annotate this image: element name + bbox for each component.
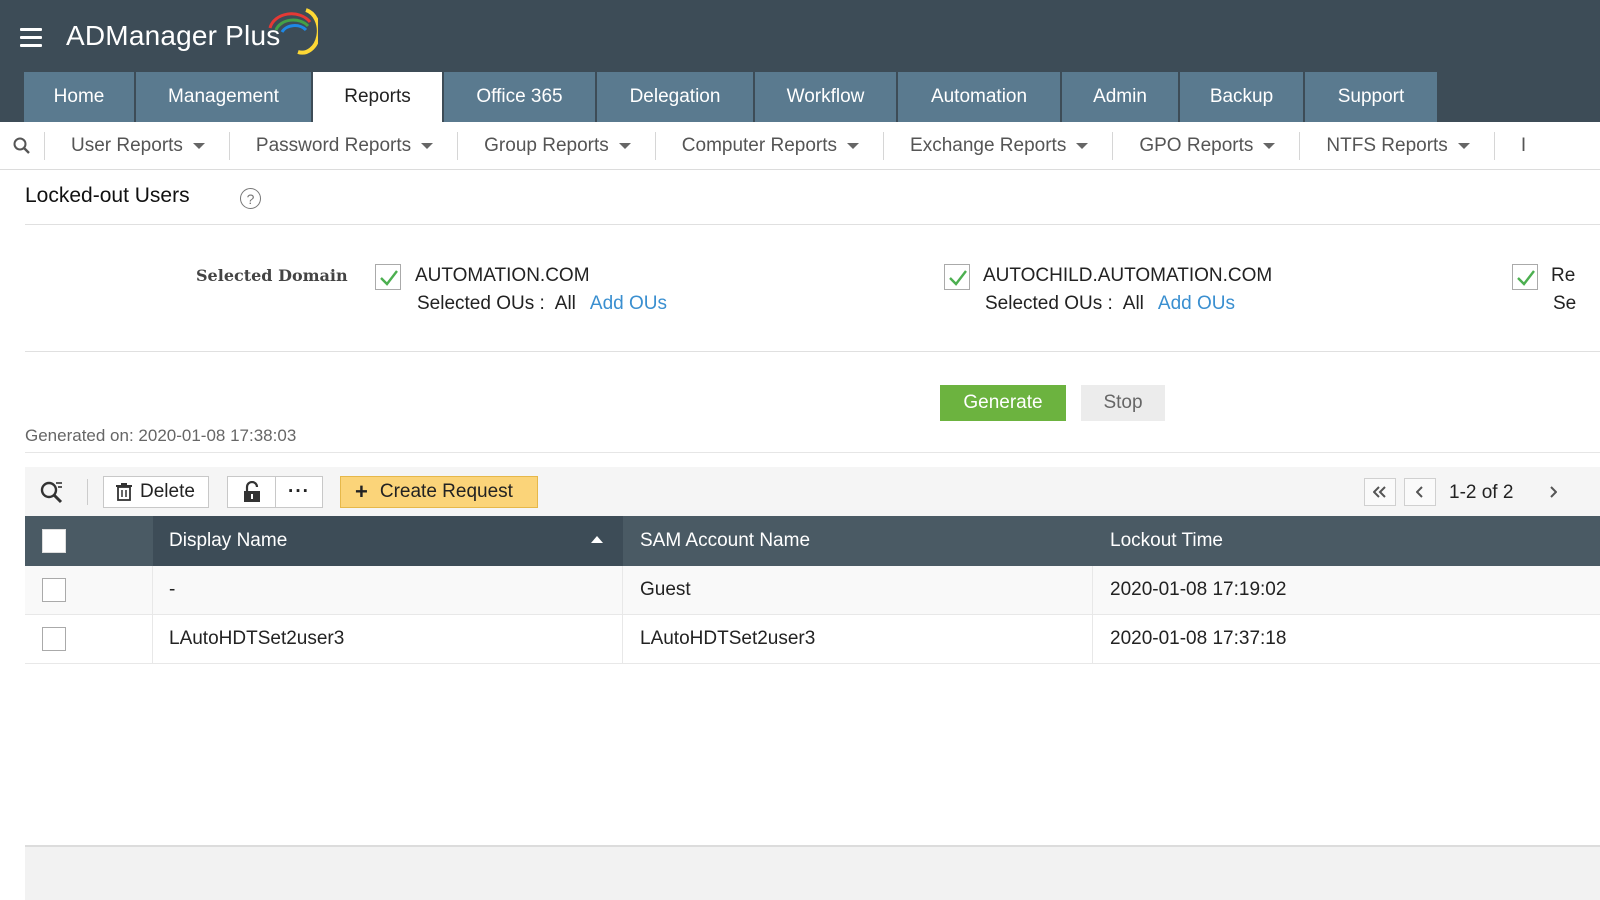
subnav-group-reports[interactable]: Group Reports (457, 131, 655, 160)
first-page-button[interactable] (1364, 478, 1396, 506)
tab-workflow[interactable]: Workflow (755, 72, 896, 122)
tab-management[interactable]: Management (136, 72, 311, 122)
locked-users-table: Display Name SAM Account Name Lockout Ti… (25, 516, 1600, 664)
chevron-down-icon (192, 142, 205, 149)
table-row[interactable]: LAutoHDTSet2user3 LAutoHDTSet2user3 2020… (25, 615, 1600, 664)
domain-name: AUTOMATION.COM (415, 265, 590, 286)
domain-name: AUTOCHILD.AUTOMATION.COM (983, 265, 1273, 286)
column-header-sam-account-name[interactable]: SAM Account Name (623, 516, 1093, 566)
search-filter-icon[interactable] (39, 479, 65, 510)
divider (25, 351, 1600, 352)
tab-admin[interactable]: Admin (1062, 72, 1178, 122)
header-checkbox-cell (25, 516, 153, 566)
chevron-down-icon (1076, 142, 1089, 149)
main-tabs: Home Management Reports Office 365 Deleg… (24, 72, 1439, 122)
tab-delegation[interactable]: Delegation (597, 72, 753, 122)
generated-on-text: Generated on: 2020-01-08 17:38:03 (25, 426, 297, 445)
subnav-gpo-reports[interactable]: GPO Reports (1112, 131, 1299, 160)
next-page-button[interactable] (1537, 478, 1569, 506)
plus-icon: + (355, 479, 368, 504)
double-chevron-left-icon (1373, 486, 1386, 498)
toolbar-separator (87, 479, 88, 505)
logo-arc-icon (268, 8, 318, 55)
table-header: Display Name SAM Account Name Lockout Ti… (25, 516, 1600, 566)
search-icon[interactable] (0, 122, 44, 169)
check-icon (1517, 270, 1535, 286)
create-request-button[interactable]: + Create Request (340, 476, 538, 508)
app-logo[interactable]: ADManager Plus (66, 20, 280, 52)
menu-icon[interactable] (20, 28, 42, 48)
row-checkbox[interactable] (42, 578, 66, 602)
generate-button[interactable]: Generate (940, 385, 1066, 421)
trash-icon (116, 483, 132, 501)
select-all-checkbox[interactable] (42, 529, 66, 553)
tab-reports[interactable]: Reports (313, 72, 442, 122)
tab-automation[interactable]: Automation (898, 72, 1060, 122)
chevron-left-icon (1416, 486, 1423, 498)
chevron-down-icon (618, 142, 631, 149)
help-icon[interactable]: ? (240, 188, 261, 209)
sort-ascending-icon (591, 536, 603, 543)
table-row[interactable]: - Guest 2020-01-08 17:19:02 (25, 566, 1600, 615)
domain-checkbox-automation[interactable] (375, 264, 401, 290)
add-ous-link[interactable]: Add OUs (1158, 293, 1235, 314)
selected-domain-label: Selected Domain (196, 266, 348, 285)
top-header: ADManager Plus Home Management Reports O… (0, 0, 1600, 122)
cell-lockout-time: 2020-01-08 17:37:18 (1110, 628, 1287, 649)
subnav-password-reports[interactable]: Password Reports (228, 131, 457, 160)
domain-checkbox-autochild[interactable] (944, 264, 970, 290)
reports-subnav: User Reports Password Reports Group Repo… (0, 122, 1600, 170)
domain-ou-line: Selected OUs : All Add OUs (417, 293, 667, 314)
tab-backup[interactable]: Backup (1180, 72, 1303, 122)
subnav-user-reports[interactable]: User Reports (44, 131, 229, 160)
column-header-lockout-time[interactable]: Lockout Time (1093, 516, 1600, 566)
divider (25, 452, 1600, 453)
subnav-more-reports[interactable]: I (1493, 131, 1550, 160)
page-title: Locked-out Users (25, 184, 190, 207)
subnav-exchange-reports[interactable]: Exchange Reports (883, 131, 1112, 160)
chevron-right-icon (1550, 486, 1557, 498)
result-toolbar: Delete ··· + Create Request 1-2 of 2 (25, 467, 1600, 517)
tab-office-365[interactable]: Office 365 (444, 72, 595, 122)
more-options-button[interactable]: ··· (276, 477, 322, 507)
unlock-button[interactable] (228, 477, 276, 507)
table-body: - Guest 2020-01-08 17:19:02 LAutoHDTSet2… (25, 566, 1600, 664)
chevron-down-icon (421, 142, 434, 149)
cell-display-name: LAutoHDTSet2user3 (153, 615, 623, 663)
cell-sam-account-name: LAutoHDTSet2user3 (623, 615, 1093, 663)
lock-actions-group: ··· (227, 476, 323, 508)
previous-page-button[interactable] (1404, 478, 1436, 506)
cell-lockout-time: 2020-01-08 17:19:02 (1110, 579, 1287, 600)
subnav-computer-reports[interactable]: Computer Reports (654, 131, 883, 160)
tab-home[interactable]: Home (24, 72, 134, 122)
pagination-info: 1-2 of 2 (1449, 482, 1514, 503)
row-checkbox-cell (25, 566, 153, 614)
check-icon (380, 270, 398, 286)
domain-checkbox-third[interactable] (1512, 264, 1538, 290)
chevron-down-icon (847, 142, 860, 149)
domain-ou-line: Selected OUs : All Add OUs (985, 293, 1235, 314)
domain-ou-line: Se (1553, 293, 1577, 314)
add-ous-link[interactable]: Add OUs (590, 293, 667, 314)
unlock-icon (243, 481, 260, 502)
chevron-down-icon (1457, 142, 1470, 149)
divider (25, 224, 1600, 225)
cell-sam-account-name: Guest (623, 566, 1093, 614)
chevron-down-icon (1263, 142, 1276, 149)
row-checkbox[interactable] (42, 627, 66, 651)
stop-button[interactable]: Stop (1081, 385, 1165, 421)
subnav-ntfs-reports[interactable]: NTFS Reports (1299, 131, 1493, 160)
column-header-display-name[interactable]: Display Name (153, 516, 623, 566)
check-icon (949, 270, 967, 286)
cell-display-name: - (153, 566, 623, 614)
row-checkbox-cell (25, 615, 153, 663)
delete-button[interactable]: Delete (103, 476, 209, 508)
domain-name: Re (1551, 265, 1576, 286)
tab-support[interactable]: Support (1305, 72, 1437, 122)
footer-bar (25, 845, 1600, 900)
